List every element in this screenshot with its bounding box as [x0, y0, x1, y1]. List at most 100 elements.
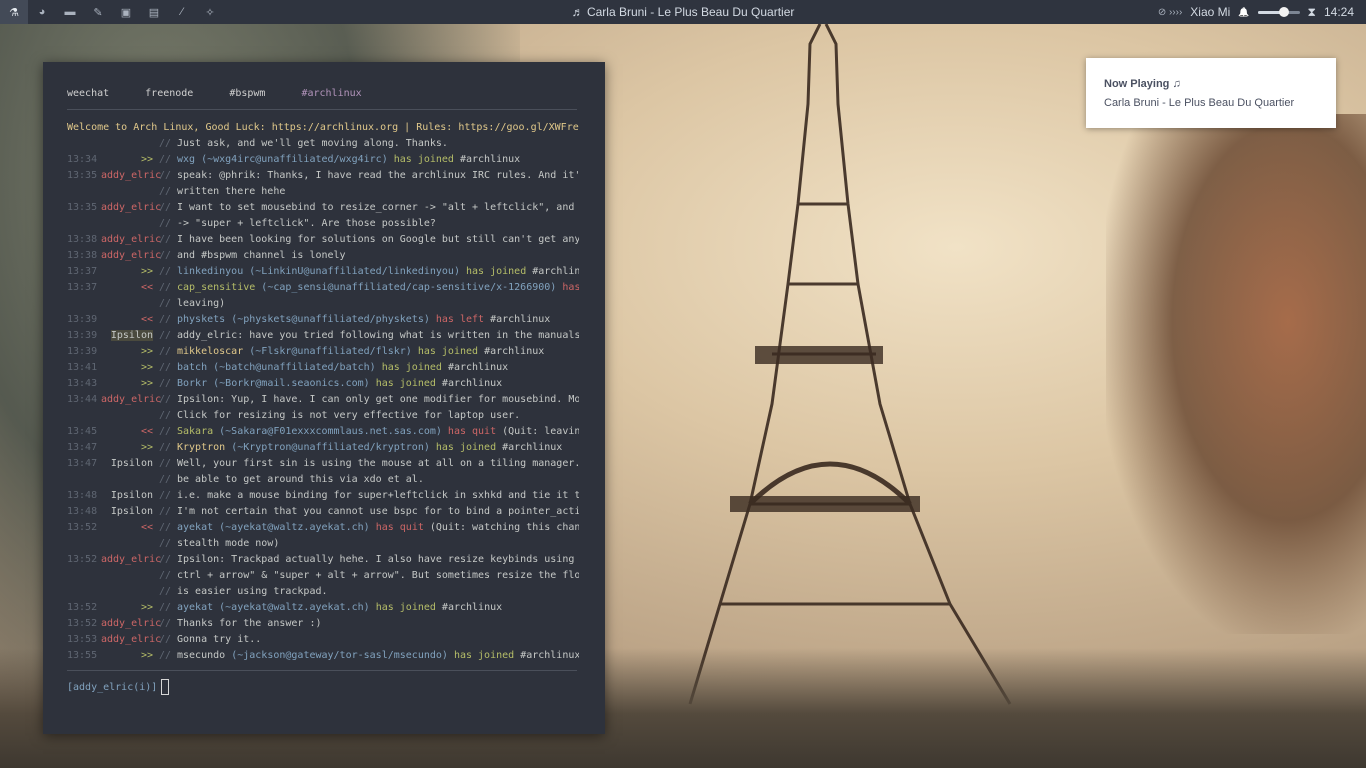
- message-segment: (Quit: leaving): [502, 426, 579, 437]
- line-nick[interactable]: >>: [141, 362, 153, 373]
- line-nick[interactable]: <<: [141, 282, 153, 293]
- volume-slider-knob[interactable]: [1278, 6, 1289, 17]
- buffer-tab[interactable]: freenode: [145, 88, 193, 99]
- input-cursor[interactable]: [161, 679, 170, 695]
- chat-line: 13:39 >> // mikkeloscar (~Flskr@unaffiliate…: [67, 344, 579, 360]
- line-nick[interactable]: >>: [141, 602, 153, 613]
- flask-icon[interactable]: ⚗: [0, 0, 28, 24]
- message-segment: (~wxg4irc@unaffiliated/wxg4irc): [195, 154, 388, 165]
- message-segment: Click for resizing is not very effective…: [177, 410, 521, 421]
- chat-line: 13:48 Ipsilon // I'm not certain that you c…: [67, 504, 579, 520]
- line-nick[interactable]: Ipsilon: [110, 330, 153, 341]
- top-panel: ⚗ ◕ ▬ ✎ ▣ ▤ ⁄ ✧ ♬ Carla Bruni - Le Plus Beau Du…: [0, 0, 1366, 24]
- line-timestamp: 13:52: [67, 602, 98, 613]
- hourglass-icon: ⧗: [1307, 4, 1316, 19]
- line-timestamp: 13:55: [67, 650, 98, 661]
- now-playing-notification[interactable]: Now Playing ♫ Carla Bruni - Le Plus Beau…: [1086, 58, 1336, 128]
- line-nick[interactable]: >>: [141, 378, 153, 389]
- pencil-icon[interactable]: ✎: [84, 0, 112, 24]
- message-segment: #archlinux: [447, 362, 509, 373]
- message-segment: Just ask, and we'll get moving along. Th…: [177, 138, 448, 149]
- message-segment: #archlinux: [441, 378, 503, 389]
- line-message: i.e. make a mouse binding for super+left…: [177, 488, 579, 504]
- line-separator: //: [158, 170, 172, 181]
- line-message: Ipsilon: Trackpad actually hehe. I also …: [177, 552, 579, 568]
- line-timestamp: [67, 184, 101, 200]
- line-nick[interactable]: <<: [141, 522, 153, 533]
- line-nick[interactable]: >>: [141, 266, 153, 277]
- buffer-tab[interactable]: #archlinux: [301, 88, 361, 99]
- buffer-tabs: weechat freenode #bspwm #archlinux: [67, 88, 398, 99]
- input-bar[interactable]: [addy_elric(i)]: [67, 679, 170, 695]
- line-message: Well, your first sin is using the mouse …: [177, 456, 579, 472]
- line-timestamp: 13:43: [67, 378, 98, 389]
- chat-line: 13:47 Ipsilon // Well, your first sin is us…: [67, 456, 579, 472]
- line-separator: //: [158, 602, 172, 613]
- panel-user-name[interactable]: Xiao Mi: [1190, 5, 1230, 19]
- film-icon[interactable]: ▤: [140, 0, 168, 24]
- notification-body: Carla Bruni - Le Plus Beau Du Quartier: [1104, 97, 1295, 109]
- message-segment: #archlinux: [502, 442, 563, 453]
- line-nick[interactable]: Ipsilon: [111, 458, 153, 469]
- message-segment: (Quit: watching this channel in: [429, 522, 579, 533]
- message-segment: wxg: [177, 154, 196, 165]
- bell-icon[interactable]: 🔔: [1238, 7, 1249, 18]
- line-message: leaving): [177, 296, 579, 312]
- chat-line: 13:55 >> // msecundo (~jackson@gateway/tor-…: [67, 648, 579, 664]
- chat-line: // ctrl + arrow" & "super + alt + arrow".…: [67, 568, 579, 584]
- chat-line: // Click for resizing is not very effecti…: [67, 408, 579, 424]
- message-segment: written there hehe: [177, 186, 286, 197]
- message-segment: has joined: [459, 266, 533, 277]
- line-separator: //: [158, 250, 172, 261]
- line-timestamp: 13:52: [67, 522, 98, 533]
- line-separator: //: [158, 346, 172, 357]
- line-nick[interactable]: >>: [141, 442, 153, 453]
- message-segment: has left: [429, 314, 491, 325]
- wrench-icon[interactable]: ✧: [196, 0, 224, 24]
- buffer-tab[interactable]: weechat: [67, 88, 109, 99]
- line-timestamp: 13:53: [67, 634, 98, 645]
- line-message: ctrl + arrow" & "super + alt + arrow". B…: [177, 568, 579, 584]
- image-icon[interactable]: ▣: [112, 0, 140, 24]
- line-separator: //: [158, 202, 172, 213]
- weechat-terminal-window[interactable]: weechat freenode #bspwm #archlinux Welcome …: [43, 62, 605, 734]
- message-segment: Borkr: [177, 378, 208, 389]
- folder-icon[interactable]: ▬: [56, 0, 84, 24]
- line-message: cap_sensitive (~cap_sensi@unaffiliated/c…: [177, 280, 579, 296]
- line-nick[interactable]: <<: [141, 426, 153, 437]
- chat-line: // stealth mode now): [67, 536, 579, 552]
- panel-track-title[interactable]: Carla Bruni - Le Plus Beau Du Quartier: [587, 5, 794, 19]
- line-separator: //: [158, 474, 172, 485]
- line-nick[interactable]: <<: [141, 314, 153, 325]
- line-separator: //: [158, 570, 172, 581]
- message-segment: (~Kryptron@unaffiliated/kryptron): [225, 442, 430, 453]
- line-nick[interactable]: Ipsilon: [111, 506, 153, 517]
- chat-line: 13:52 addy_elric//Thanks for the answer :…: [67, 616, 579, 632]
- line-nick[interactable]: Ipsilon: [111, 490, 153, 501]
- message-segment: (~Sakara@F01exxxcommlaus.net.sas.com): [213, 426, 442, 437]
- chat-line: // written there hehe: [67, 184, 579, 200]
- message-segment: is easier using trackpad.: [177, 586, 328, 597]
- message-segment: has joined: [369, 602, 442, 613]
- clock[interactable]: 14:24: [1324, 5, 1354, 19]
- message-segment: and #bspwm channel is lonely: [177, 250, 346, 261]
- message-segment: i.e. make a mouse binding for super+left…: [177, 490, 579, 501]
- firefox-icon[interactable]: ◕: [28, 0, 56, 24]
- volume-slider[interactable]: [1257, 6, 1300, 17]
- chat-line: 13:52 >> // ayekat (~ayekat@waltz.ayekat.ch…: [67, 600, 579, 616]
- rss-icon[interactable]: ⊘ ››››: [1158, 7, 1182, 18]
- buffer-tab[interactable]: #bspwm: [229, 88, 265, 99]
- line-nick[interactable]: >>: [141, 154, 153, 165]
- message-segment: Gonna try it..: [177, 634, 262, 645]
- message-segment: Sakara: [177, 426, 214, 437]
- message-segment: #archlinux: [459, 154, 521, 165]
- line-separator: //: [158, 234, 172, 245]
- line-timestamp: 13:48: [67, 506, 98, 517]
- line-nick[interactable]: >>: [141, 650, 153, 661]
- line-separator: //: [158, 490, 172, 501]
- message-segment: I have been looking for solutions on Goo…: [177, 234, 579, 245]
- message-segment: has quit: [562, 282, 579, 293]
- line-nick[interactable]: >>: [141, 346, 153, 357]
- brush-icon[interactable]: ⁄: [168, 0, 196, 24]
- line-separator: //: [158, 218, 172, 229]
